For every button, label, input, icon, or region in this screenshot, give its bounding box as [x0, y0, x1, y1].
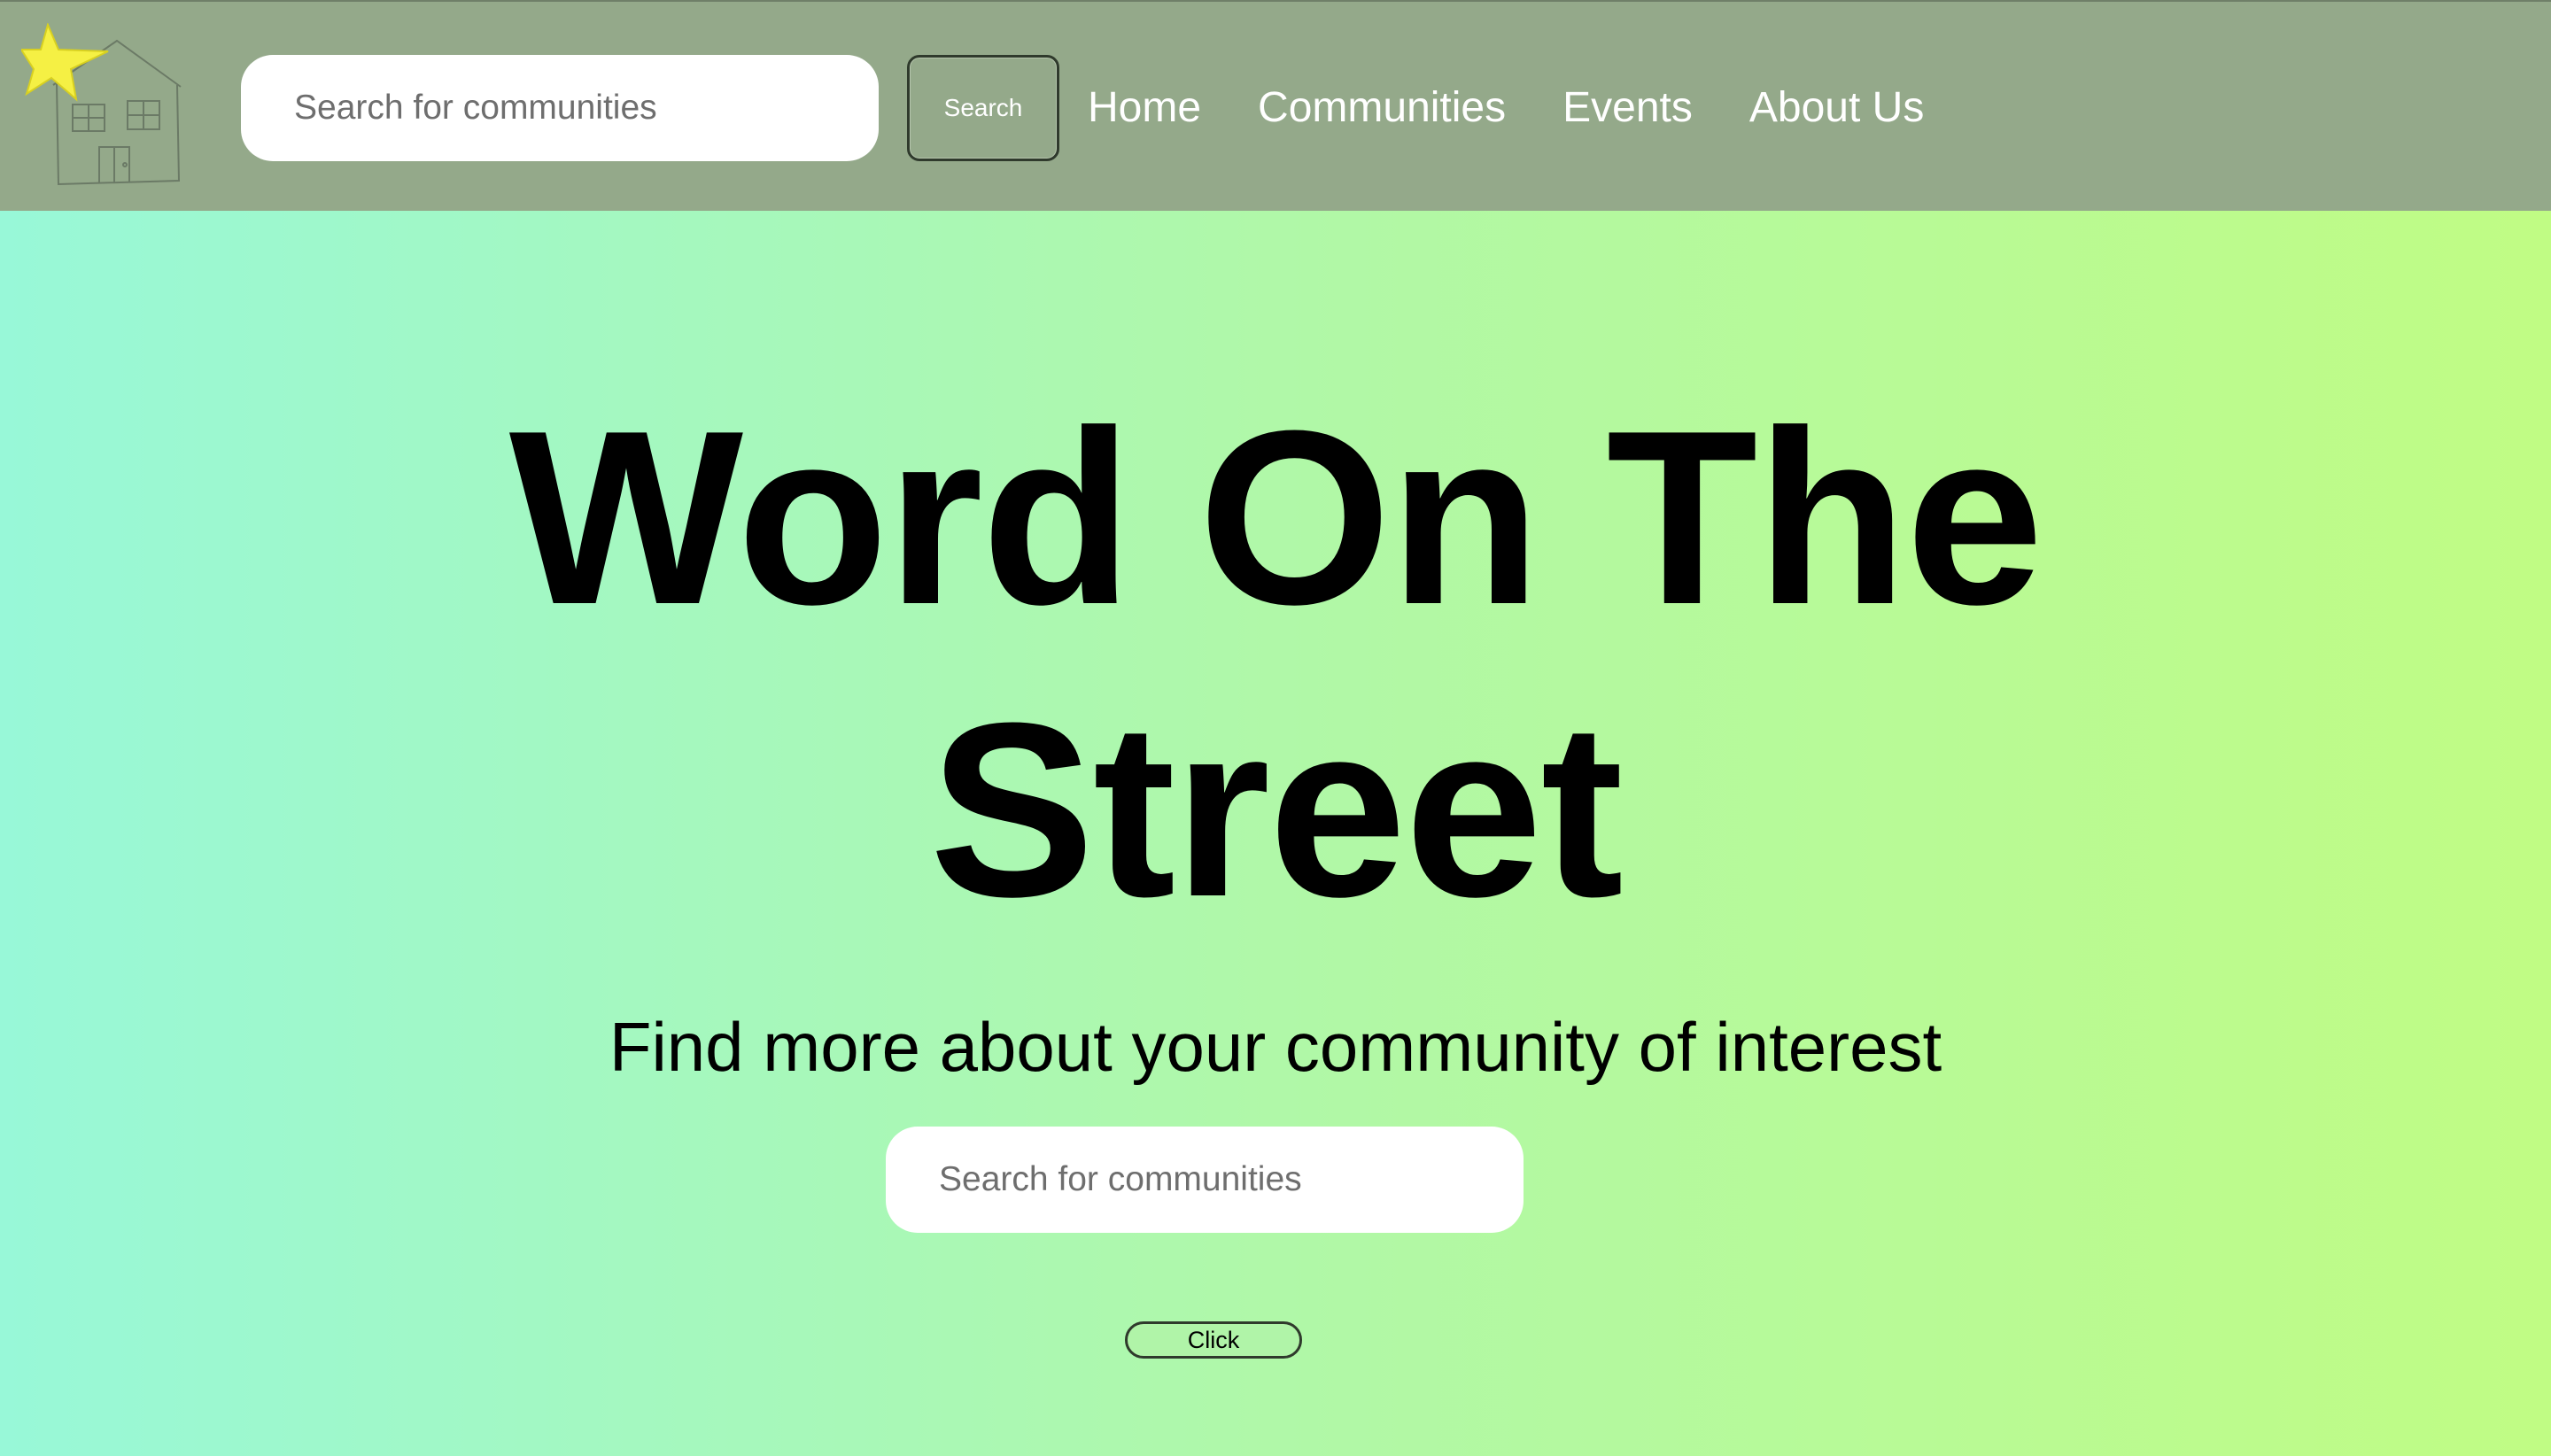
hero-title: Word On The Street — [0, 372, 2551, 956]
main-nav: Home Communities Events About Us — [1088, 76, 1924, 140]
hero-search-input[interactable] — [886, 1127, 1524, 1233]
hero-subtitle: Find more about your community of intere… — [609, 1008, 1942, 1086]
click-button[interactable]: Click — [1125, 1321, 1302, 1359]
nav-link-events[interactable]: Events — [1562, 76, 1693, 140]
nav-link-home[interactable]: Home — [1088, 76, 1201, 140]
header-search-input[interactable] — [241, 55, 879, 161]
hero-title-line-1: Word On The — [508, 380, 2043, 656]
nav-link-communities[interactable]: Communities — [1258, 76, 1506, 140]
hero-title-line-2: Street — [929, 672, 1624, 949]
nav-link-about-us[interactable]: About Us — [1749, 76, 1924, 140]
house-with-star-logo-icon[interactable] — [19, 22, 190, 191]
top-navbar: Search Home Communities Events About Us — [0, 0, 2551, 211]
header-search-button[interactable]: Search — [907, 55, 1059, 161]
